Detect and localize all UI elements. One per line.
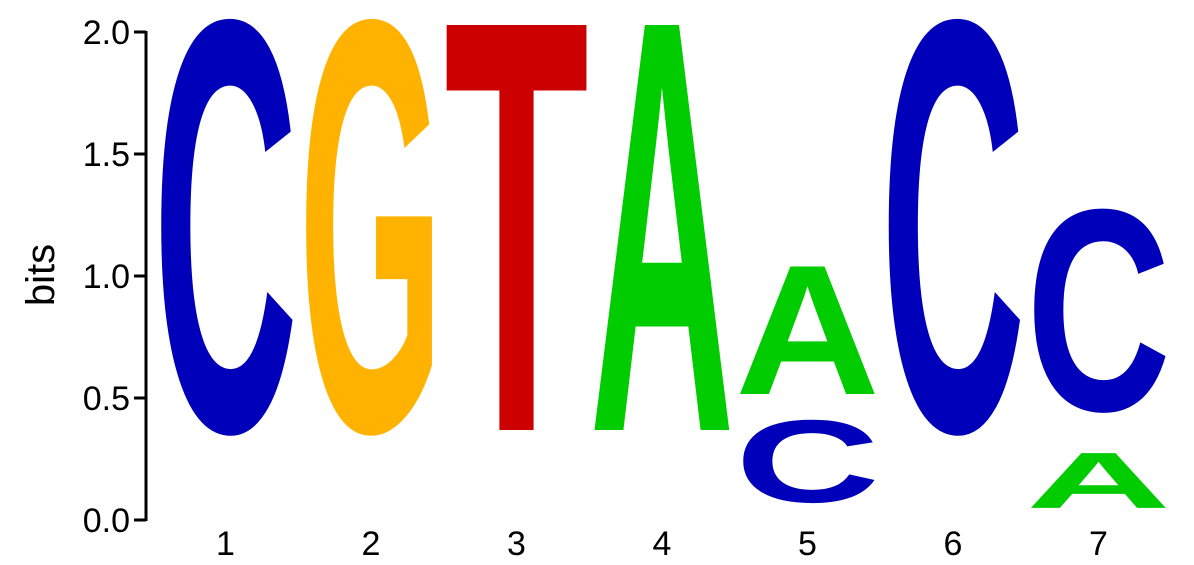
logo-letter-a: A xyxy=(590,0,735,556)
y-tick-label: 2.0 xyxy=(83,14,130,52)
x-tick-label: 6 xyxy=(944,525,963,563)
x-tick-label: 1 xyxy=(216,525,235,563)
logo-letter-c: C xyxy=(881,0,1026,556)
letter-stacks: C G T A CA C AC xyxy=(153,0,1171,556)
logo-letter-c: C xyxy=(1026,149,1171,472)
logo-letter-c: C xyxy=(153,0,298,556)
logo-letter-a: A xyxy=(735,226,880,433)
y-tick-label: 0.5 xyxy=(83,380,130,418)
y-axis-title: bits xyxy=(19,244,63,306)
y-tick-label: 0.0 xyxy=(83,502,130,540)
x-tick-label: 2 xyxy=(362,525,381,563)
x-tick-label: 7 xyxy=(1089,525,1108,563)
x-tick-label: 5 xyxy=(798,525,817,563)
x-tick-label: 4 xyxy=(653,525,672,563)
logo-letter-g: G xyxy=(299,0,444,555)
y-tick-label: 1.5 xyxy=(83,136,130,174)
y-tick-label: 1.0 xyxy=(83,258,130,296)
y-axis: 0.0 0.5 1.0 1.5 2.0 xyxy=(83,14,148,540)
x-tick-label: 3 xyxy=(507,525,526,563)
logo-letter-t: T xyxy=(444,0,589,556)
sequence-logo-chart: 0.0 0.5 1.0 1.5 2.0 C G T A CA C AC 1 2 3 4 5 6 7 bits xyxy=(19,0,1171,563)
